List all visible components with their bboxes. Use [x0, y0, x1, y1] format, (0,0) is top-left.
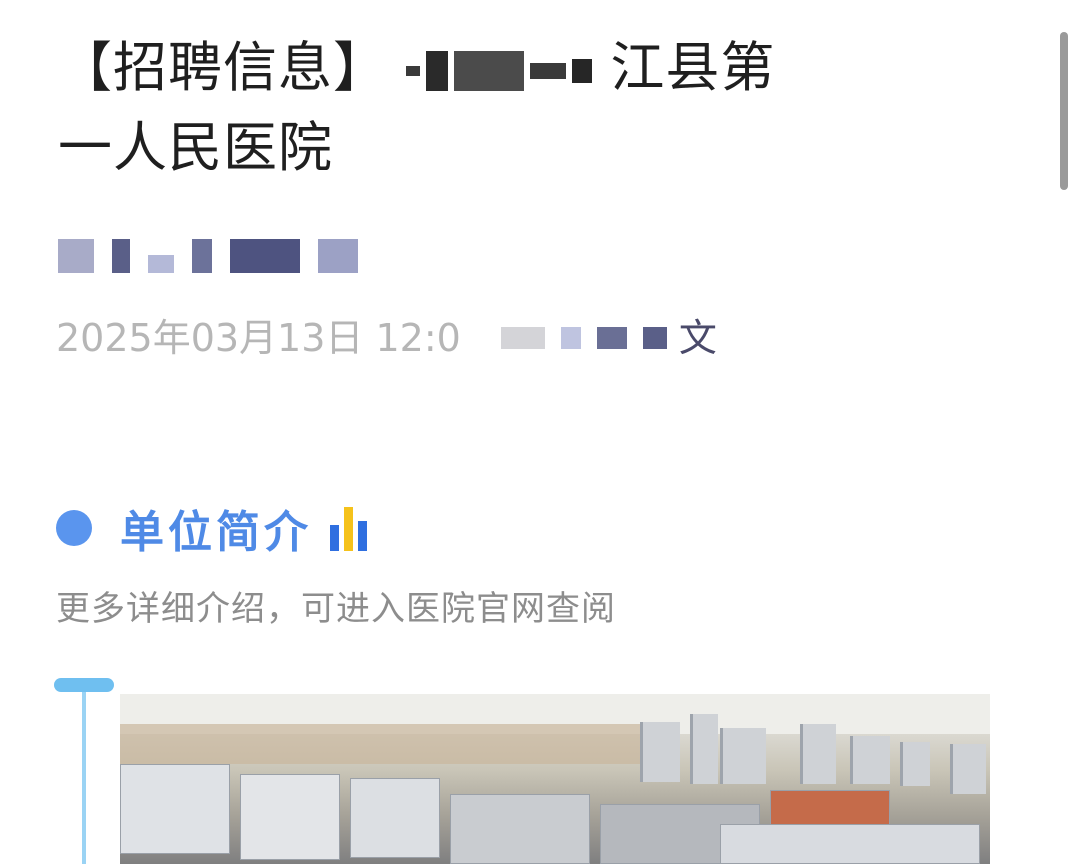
bar-chart-icon: [330, 505, 367, 551]
title-redacted-mosaic: [406, 51, 593, 92]
article-page: 【招聘信息】 江县第 一人民医院 2025年03月13日 12:0 文 单位简介: [0, 0, 1076, 864]
title-suffix: 江县第: [610, 36, 776, 99]
scrollbar[interactable]: [1060, 32, 1068, 190]
article-title: 【招聘信息】 江县第 一人民医院: [58, 28, 1018, 188]
source-redacted-mosaic: [500, 327, 667, 349]
meta-tail: 文: [678, 316, 717, 360]
publish-date: 2025年03月13日 12:0: [56, 316, 461, 360]
timeline-pill: [54, 678, 114, 692]
hospital-aerial-photo: [120, 694, 990, 864]
section-title: 单位简介: [120, 507, 312, 558]
timeline-line: [82, 692, 86, 864]
title-line2: 一人民医院: [58, 116, 333, 179]
section-subtitle: 更多详细介绍，可进入医院官网查阅: [56, 589, 616, 629]
author-redacted-mosaic: [58, 236, 358, 276]
title-prefix: 【招聘信息】: [58, 36, 388, 99]
section-header: 单位简介: [56, 498, 367, 558]
article-meta: 2025年03月13日 12:0 文: [56, 312, 717, 364]
bullet-dot-icon: [56, 510, 92, 546]
